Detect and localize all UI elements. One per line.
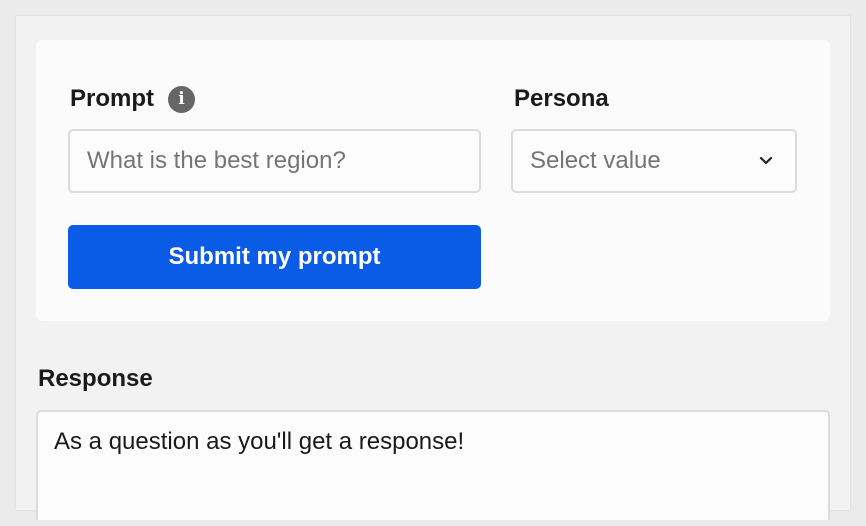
prompt-form-card: Prompt i Persona Select value Submit my … [36, 40, 830, 321]
response-label: Response [38, 365, 153, 392]
prompt-label-text: Prompt [70, 85, 154, 112]
response-text: As a question as you'll get a response! [54, 428, 465, 455]
chevron-down-icon [759, 156, 773, 165]
persona-label: Persona [514, 82, 609, 116]
prompt-label: Prompt i [70, 82, 195, 116]
prompt-input[interactable] [68, 129, 481, 193]
persona-select[interactable]: Select value [511, 129, 797, 193]
info-icon[interactable]: i [168, 85, 195, 113]
submit-prompt-button[interactable]: Submit my prompt [68, 225, 481, 289]
persona-label-text: Persona [514, 85, 609, 112]
persona-select-value: Select value [530, 147, 661, 174]
app-shell: Prompt i Persona Select value Submit my … [16, 16, 850, 520]
response-output: As a question as you'll get a response! [36, 410, 830, 520]
